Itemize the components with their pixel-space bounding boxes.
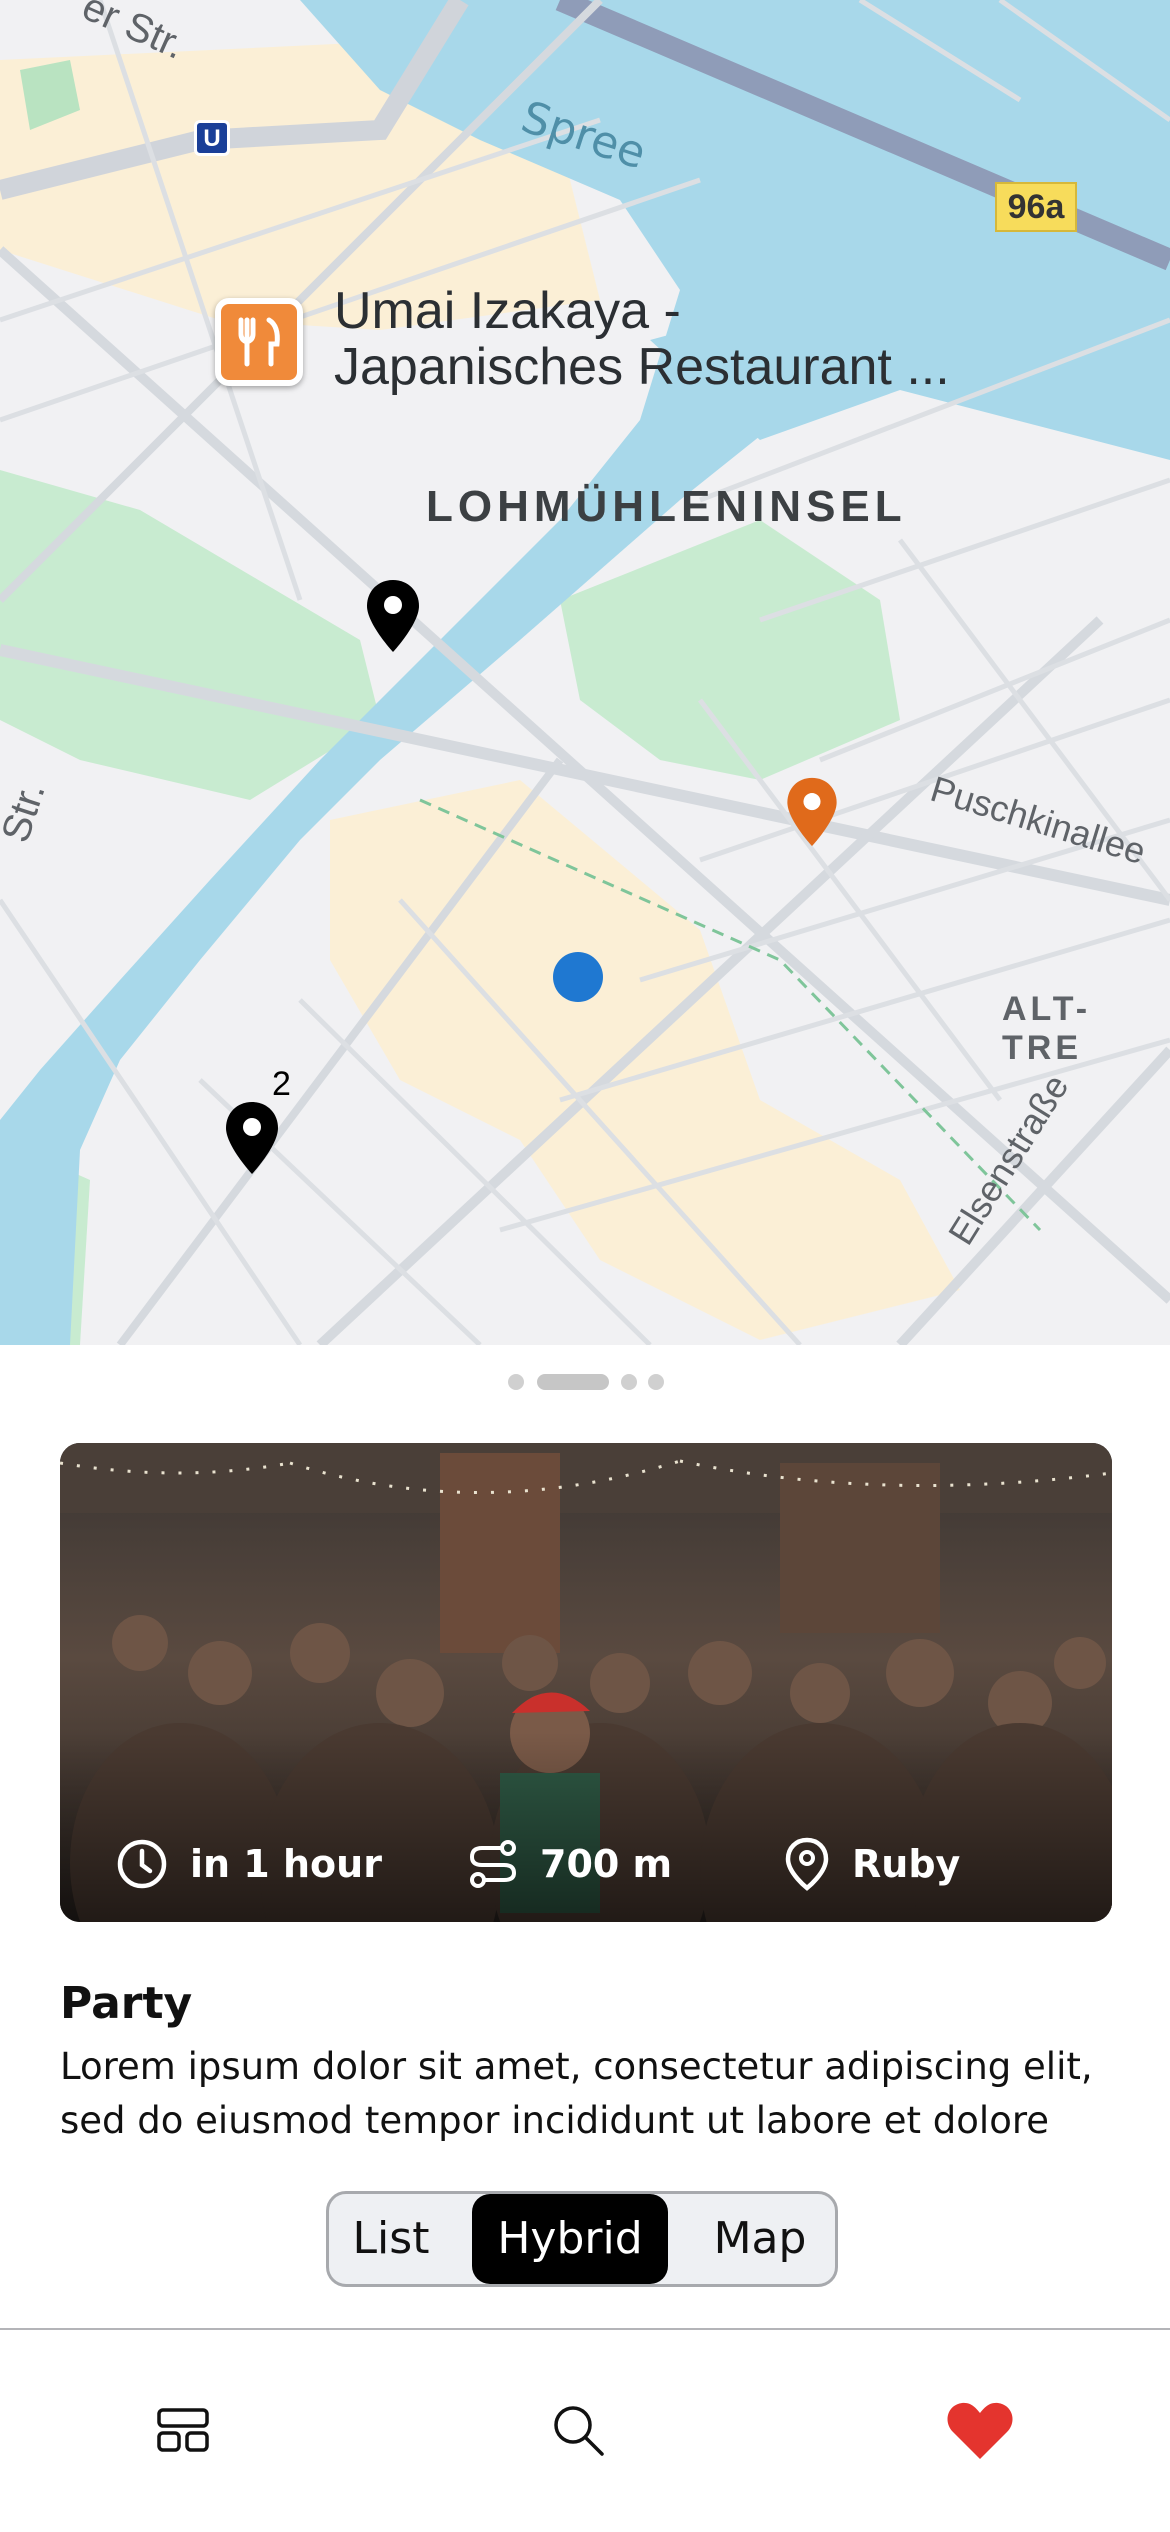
ubahn-icon: U — [194, 120, 230, 156]
view-toggle-map[interactable]: Map — [682, 2194, 838, 2284]
tabbar-divider — [0, 2328, 1170, 2330]
event-location-text: Ruby — [852, 1842, 961, 1886]
map-pin-cluster-icon[interactable] — [224, 1100, 280, 1176]
view-toggle: List Hybrid Map — [326, 2191, 838, 2287]
map-view[interactable]: er Str. Str. Spree U 96a Umai Izakaya - … — [0, 0, 1170, 1345]
event-distance: 700 m — [468, 1834, 672, 1894]
fork-knife-icon — [238, 317, 280, 367]
restaurant-poi-label[interactable]: Umai Izakaya - Japanisches Restaurant ..… — [334, 283, 950, 395]
tab-search[interactable] — [538, 2390, 618, 2470]
search-icon — [554, 2406, 604, 2456]
cluster-count: 2 — [272, 1065, 291, 1103]
view-toggle-list[interactable]: List — [329, 2194, 453, 2284]
district-label: LOHMÜHLENINSEL — [426, 482, 907, 531]
pager-dot-active[interactable] — [537, 1374, 609, 1390]
area-label: ALT-TRE — [1002, 990, 1092, 1067]
pager-dot[interactable] — [621, 1374, 637, 1390]
view-toggle-hybrid[interactable]: Hybrid — [472, 2194, 668, 2284]
event-description: Lorem ipsum dolor sit amet, consectetur … — [60, 2045, 1093, 2142]
carousel-pager — [0, 1374, 1170, 1390]
map-pin-selected-icon[interactable] — [785, 776, 839, 848]
location-pin-icon — [785, 1837, 829, 1891]
route-badge: 96a — [995, 182, 1077, 232]
event-time-text: in 1 hour — [190, 1842, 382, 1886]
tab-favorites[interactable] — [940, 2390, 1020, 2470]
pager-dot[interactable] — [508, 1374, 524, 1390]
event-distance-text: 700 m — [540, 1842, 673, 1886]
restaurant-poi-icon[interactable] — [215, 298, 303, 386]
event-title: Party — [60, 1978, 193, 2029]
map-pin-icon[interactable] — [365, 578, 421, 654]
user-location-dot — [553, 952, 603, 1002]
clock-icon — [117, 1839, 167, 1889]
event-card[interactable]: in 1 hour 700 m Ruby — [60, 1443, 1112, 1922]
event-time: in 1 hour — [116, 1834, 382, 1894]
event-location: Ruby — [784, 1834, 960, 1894]
layout-grid-icon — [157, 2408, 209, 2452]
pager-dot[interactable] — [648, 1374, 664, 1390]
tab-browse[interactable] — [143, 2390, 223, 2470]
heart-icon — [947, 2402, 1013, 2459]
route-icon — [469, 1840, 517, 1888]
